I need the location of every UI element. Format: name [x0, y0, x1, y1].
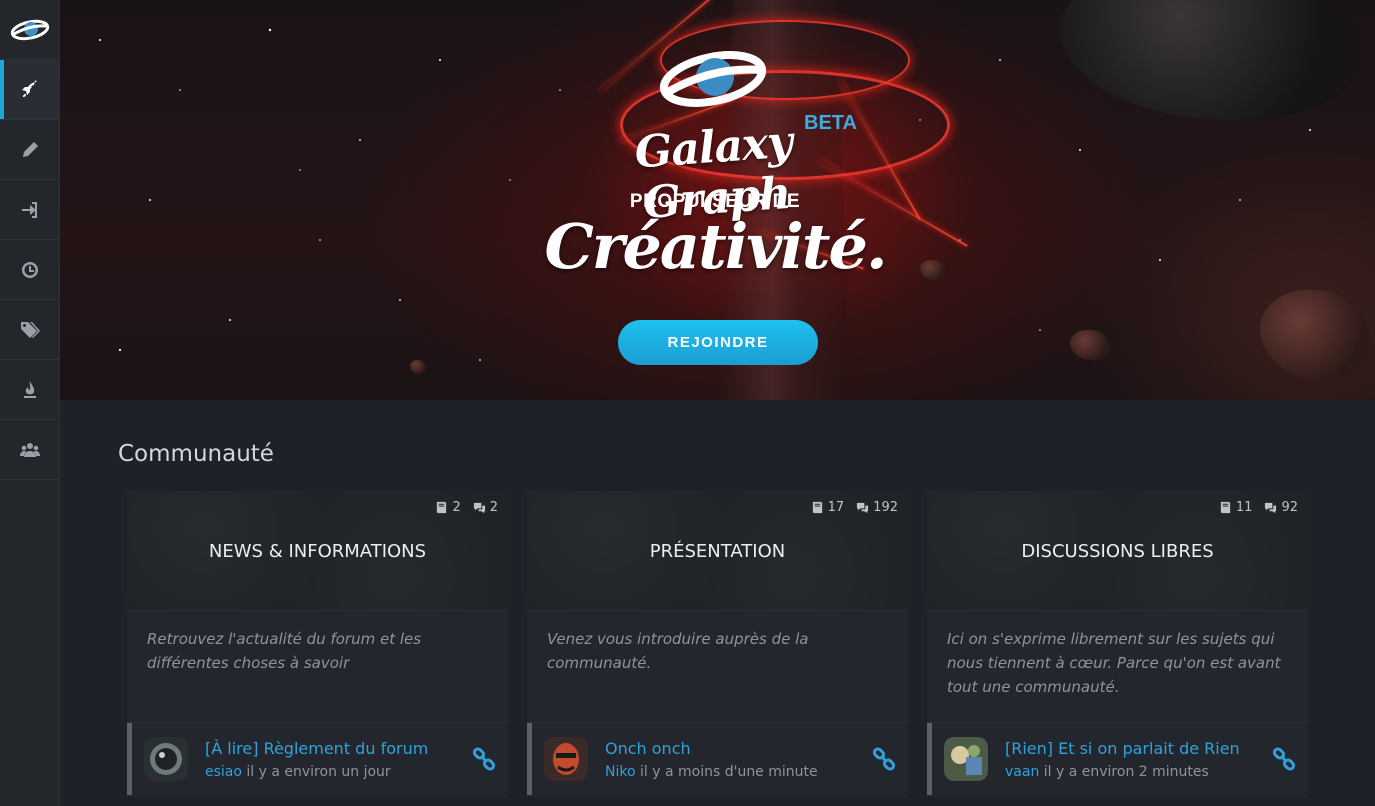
forum-card-header[interactable]: 11 92 DISCUSSIONS LIBRES: [927, 491, 1308, 611]
comments-icon: [473, 502, 485, 514]
forum-title[interactable]: NEWS & INFORMATIONS: [127, 541, 508, 562]
link-icon[interactable]: [472, 747, 496, 771]
hero-content: BETA Galaxy Graph PROPULSEUR DE Créativi…: [60, 0, 1375, 400]
comments-icon: [857, 502, 869, 514]
last-topic-user[interactable]: vaan: [1005, 764, 1039, 780]
sidebar-item-tags[interactable]: [0, 300, 59, 360]
forum-title[interactable]: DISCUSSIONS LIBRES: [927, 541, 1308, 562]
forum-card-header[interactable]: 2 2 NEWS & INFORMATIONS: [127, 491, 508, 611]
last-topic: Onch onch Niko il y a moins d'une minute: [527, 723, 908, 795]
last-topic-time: il y a moins d'une minute: [640, 764, 818, 780]
last-topic: [Rien] Et si on parlait de Rien vaan il …: [927, 723, 1308, 795]
clock-icon: [21, 261, 38, 278]
sidebar-item-popular[interactable]: [0, 360, 59, 420]
topic-count: 17: [827, 500, 845, 515]
sidebar-item-login[interactable]: [0, 180, 59, 240]
post-count: 2: [489, 500, 498, 515]
sidebar-item-write[interactable]: [0, 120, 59, 180]
last-topic-title[interactable]: [Rien] Et si on parlait de Rien: [1005, 738, 1240, 760]
book-icon: [1220, 501, 1231, 514]
last-topic-time: il y a environ 2 minutes: [1043, 764, 1209, 780]
comments-icon: [1265, 502, 1277, 514]
forum-stats: 17 192: [811, 500, 898, 515]
post-count: 92: [1281, 500, 1298, 515]
forum-card: 11 92 DISCUSSIONS LIBRES Ici on s'exprim…: [927, 491, 1308, 797]
forum-card: 17 192 PRÉSENTATION Venez vous introduir…: [527, 491, 908, 797]
users-icon: [19, 442, 40, 457]
book-icon: [437, 501, 447, 514]
topic-count: 2: [452, 500, 461, 515]
sidebar: [0, 0, 60, 806]
avatar[interactable]: [144, 737, 188, 781]
last-topic-time: il y a environ un jour: [246, 764, 391, 780]
forum-stats: 11 92: [1219, 500, 1298, 515]
topic-count: 11: [1235, 500, 1253, 515]
section-title: Communauté: [118, 441, 274, 467]
sign-in-icon: [21, 201, 37, 218]
avatar[interactable]: [544, 737, 588, 781]
sidebar-item-members[interactable]: [0, 420, 59, 480]
galaxy-graph-logo-icon: [10, 19, 49, 40]
rocket-icon: [21, 79, 37, 97]
tags-icon: [20, 321, 40, 338]
forum-stats: 2 2: [435, 500, 498, 515]
link-icon[interactable]: [872, 747, 896, 771]
join-button[interactable]: REJOINDRE: [618, 320, 818, 365]
last-topic-title[interactable]: Onch onch: [605, 738, 818, 760]
forum-title[interactable]: PRÉSENTATION: [527, 541, 908, 562]
pencil-icon: [22, 141, 38, 157]
forum-description: Ici on s'exprime librement sur les sujet…: [927, 611, 1308, 723]
last-topic-user[interactable]: Niko: [605, 764, 636, 780]
galaxy-graph-logo-icon: [659, 51, 767, 107]
last-topic-title[interactable]: [À lire] Règlement du forum: [205, 738, 428, 760]
hero-banner: BETA Galaxy Graph PROPULSEUR DE Créativi…: [60, 0, 1375, 400]
last-topic-user[interactable]: esiao: [205, 764, 242, 780]
forum-card-header[interactable]: 17 192 PRÉSENTATION: [527, 491, 908, 611]
site-logo[interactable]: [0, 0, 59, 60]
forum-description: Venez vous introduire auprès de la commu…: [527, 611, 908, 723]
forum-description: Retrouvez l'actualité du forum et les di…: [127, 611, 508, 723]
link-icon[interactable]: [1272, 747, 1296, 771]
forum-card: 2 2 NEWS & INFORMATIONS Retrouvez l'actu…: [127, 491, 508, 797]
avatar[interactable]: [944, 737, 988, 781]
sidebar-item-recent[interactable]: [0, 240, 59, 300]
tagline-big: Créativité.: [544, 210, 887, 283]
post-count: 192: [873, 500, 898, 515]
fire-icon: [23, 380, 36, 398]
book-icon: [812, 501, 822, 514]
last-topic: [À lire] Règlement du forum esiao il y a…: [127, 723, 508, 795]
sidebar-item-home[interactable]: [0, 60, 59, 120]
